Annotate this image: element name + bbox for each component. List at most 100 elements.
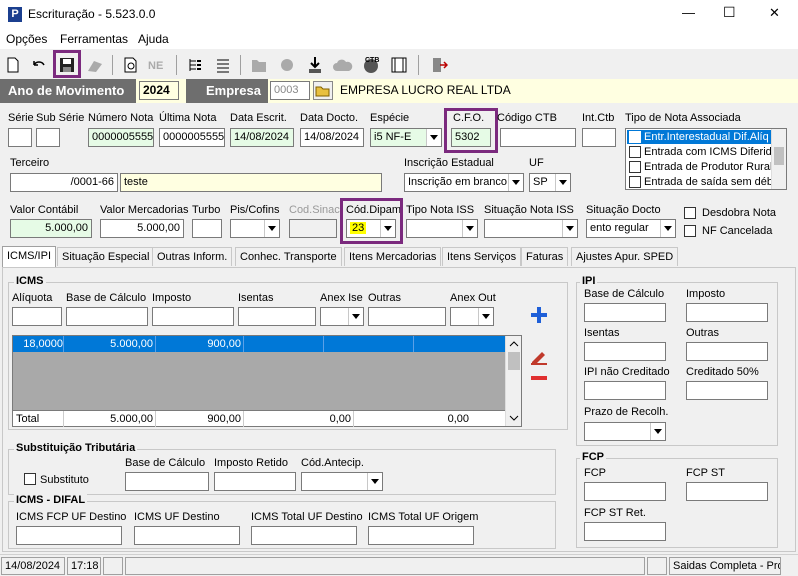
menu-ferramentas[interactable]: Ferramentas [60, 32, 128, 46]
turbo-input[interactable] [192, 219, 222, 238]
edit-icon[interactable] [528, 346, 550, 366]
maximize-button[interactable]: ☐ [723, 4, 736, 21]
new-document-icon[interactable] [2, 54, 24, 76]
chevron-down-icon[interactable] [367, 473, 382, 490]
uf-select[interactable]: SP [529, 173, 571, 192]
list-item[interactable]: Entrada de Produtor Rural [627, 160, 772, 174]
menu-opcoes[interactable]: Opções [6, 32, 47, 46]
puzzle-icon[interactable] [276, 54, 298, 76]
ipi-imposto-input[interactable] [686, 303, 768, 322]
st-retido-input[interactable] [214, 472, 296, 491]
chevron-down-icon[interactable] [462, 220, 477, 237]
ipi-cred50-input[interactable] [686, 381, 768, 400]
tab-icms-ipi[interactable]: ICMS/IPI [2, 246, 57, 267]
cloud-icon[interactable] [332, 54, 354, 76]
tab-itens-mercadorias[interactable]: Itens Mercadorias [344, 247, 442, 266]
tab-faturas[interactable]: Faturas [521, 247, 569, 266]
chevron-down-icon[interactable] [508, 174, 523, 191]
list-item[interactable]: Entrada com ICMS Diferido [627, 145, 778, 159]
chevron-down-icon[interactable] [264, 220, 279, 237]
chevron-down-icon[interactable] [478, 308, 493, 325]
desdobra-checkbox[interactable] [684, 207, 696, 219]
pis-select[interactable] [230, 219, 280, 238]
serie-input[interactable] [8, 128, 32, 147]
chevron-down-icon[interactable] [555, 174, 570, 191]
ipi-isentas-input[interactable] [584, 342, 666, 361]
fcp-st-ret-input[interactable] [584, 522, 666, 541]
add-icon[interactable] [528, 304, 550, 326]
chevron-down-icon[interactable] [660, 220, 675, 237]
list-icon[interactable] [212, 54, 234, 76]
tab-conhec-transporte[interactable]: Conhec. Transporte [235, 247, 342, 266]
situacao-docto-select[interactable]: ento regular [586, 219, 676, 238]
tab-itens-servicos[interactable]: Itens Serviços [442, 247, 522, 266]
empresa-code-input[interactable]: 0003 [270, 81, 310, 100]
codigo-ctb-input[interactable] [500, 128, 576, 147]
import-icon[interactable] [304, 54, 326, 76]
tab-outras-inform[interactable]: Outras Inform. [152, 247, 233, 266]
icms-anex-out-select[interactable] [450, 307, 494, 326]
list-item[interactable]: Entr.Interestadual Dif.Alíq [627, 130, 771, 144]
subserie-input[interactable] [36, 128, 60, 147]
ctb-icon[interactable]: CTB [360, 54, 382, 76]
tab-ajustes-sped[interactable]: Ajustes Apur. SPED [571, 247, 679, 266]
substituto-checkbox[interactable] [24, 473, 36, 485]
chevron-down-icon[interactable] [426, 129, 441, 146]
situacao-iss-select[interactable] [484, 219, 578, 238]
difal-fcp-uf-input[interactable] [16, 526, 122, 545]
difal-uf-dest-input[interactable] [134, 526, 240, 545]
nfe-icon[interactable]: NE [146, 54, 168, 76]
terceiro-cnpj-input[interactable]: /0001-66 [10, 173, 118, 192]
terceiro-nome-input[interactable]: teste [120, 173, 382, 192]
valor-merc-input[interactable]: 5.000,00 [100, 219, 184, 238]
data-escrit-input[interactable]: 14/08/2024 [230, 128, 294, 147]
menu-ajuda[interactable]: Ajuda [138, 32, 169, 46]
int-ctb-input[interactable] [582, 128, 616, 147]
table-row[interactable]: 18,0000 5.000,00 900,00 [13, 336, 505, 352]
tipo-nota-assoc-list[interactable]: Entr.Interestadual Dif.Alíq Entrada com … [625, 128, 787, 190]
preview-icon[interactable] [120, 54, 142, 76]
icms-anex-ise-select[interactable] [320, 307, 364, 326]
icms-base-input[interactable] [66, 307, 148, 326]
ano-input[interactable]: 2024 [139, 81, 179, 100]
ipi-nao-cred-input[interactable] [584, 381, 666, 400]
undo-icon[interactable] [28, 54, 50, 76]
ultima-nota-input[interactable]: 0000005555 [159, 128, 225, 147]
ipi-base-input[interactable] [584, 303, 666, 322]
ipi-prazo-select[interactable] [584, 422, 666, 441]
difal-total-orig-input[interactable] [368, 526, 474, 545]
scrollbar[interactable] [771, 129, 786, 189]
valor-contabil-input[interactable]: 5.000,00 [10, 219, 92, 238]
icms-outras-input[interactable] [368, 307, 446, 326]
chevron-down-icon[interactable] [562, 220, 577, 237]
remove-icon[interactable] [528, 370, 550, 386]
cod-sinac-input[interactable] [289, 219, 337, 238]
list-item[interactable]: Entrada de saída sem débi [627, 175, 775, 189]
icms-aliquota-input[interactable] [12, 307, 62, 326]
chevron-down-icon[interactable] [348, 308, 363, 325]
fcp-input[interactable] [584, 482, 666, 501]
tree-list-icon[interactable] [184, 54, 206, 76]
minimize-button[interactable]: — [682, 5, 695, 20]
scrollbar[interactable] [505, 336, 521, 426]
archive-icon[interactable] [388, 54, 410, 76]
especie-select[interactable]: i5 NF-E [370, 128, 442, 147]
folder-icon[interactable] [248, 54, 270, 76]
nf-cancelada-checkbox[interactable] [684, 225, 696, 237]
st-antecip-select[interactable] [301, 472, 383, 491]
chevron-down-icon[interactable] [650, 423, 665, 440]
ipi-outras-input[interactable] [686, 342, 768, 361]
tipo-iss-select[interactable] [406, 219, 478, 238]
fcp-st-input[interactable] [686, 482, 768, 501]
difal-total-dest-input[interactable] [251, 526, 357, 545]
inscricao-select[interactable]: Inscrição em branco [404, 173, 524, 192]
delete-icon[interactable] [84, 54, 106, 76]
close-button[interactable]: ✕ [769, 5, 780, 21]
icms-imposto-input[interactable] [152, 307, 234, 326]
tab-situacao-especial[interactable]: Situação Especial [57, 247, 155, 266]
data-docto-input[interactable]: 14/08/2024 [300, 128, 364, 147]
icms-isentas-input[interactable] [238, 307, 316, 326]
exit-icon[interactable] [428, 54, 450, 76]
folder-open-icon[interactable] [313, 81, 333, 100]
icms-grid[interactable]: 18,0000 5.000,00 900,00 Total 5.000,00 9… [12, 335, 522, 427]
